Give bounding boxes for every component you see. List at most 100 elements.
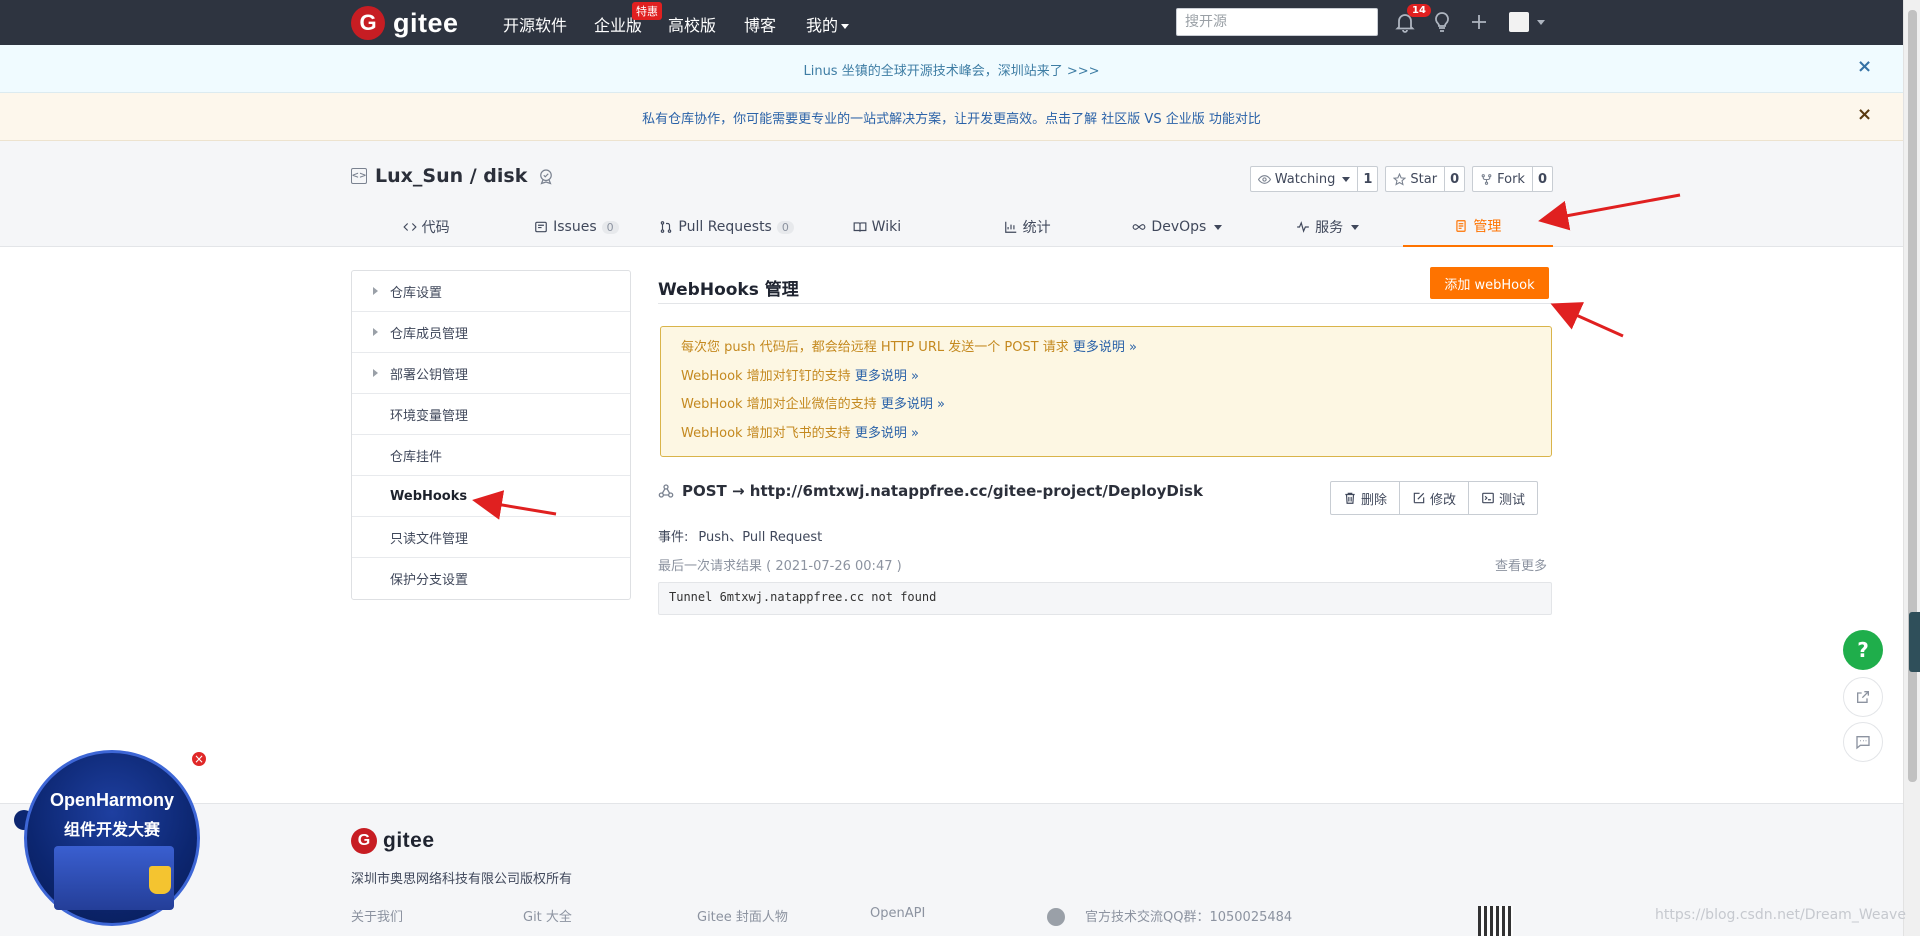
project-name-link[interactable]: Lux_Sun / disk (375, 165, 527, 187)
tab-issues[interactable]: Issues 0 (501, 207, 651, 247)
close-icon[interactable]: × (190, 750, 208, 768)
private-repo-banner-link[interactable]: 私有仓库协作，你可能需要更专业的一站式解决方案，让开发更高效。点击了解 社区版 … (0, 108, 1903, 127)
webhook-actions: 删除 修改 测试 (1330, 481, 1539, 515)
info-line: WebHook 增加对企业微信的支持 更多说明 » (681, 395, 1531, 424)
pull-request-icon (661, 221, 672, 233)
tab-pull-requests[interactable]: Pull Requests 0 (652, 207, 802, 247)
conference-banner-link[interactable]: Linus 坐镇的全球开源技术峰会，深圳站来了 >>> (0, 60, 1903, 79)
openharmony-promo[interactable]: OpenHarmony 组件开发大赛 × (14, 750, 208, 926)
issues-icon (535, 221, 547, 233)
avatar-chevron-down-icon[interactable] (1537, 20, 1545, 25)
chat-icon (1856, 736, 1870, 750)
footer-logo-text: gitee (383, 829, 435, 852)
tab-code[interactable]: 代码 (351, 207, 501, 247)
events-value: Push、Pull Request (698, 530, 823, 545)
edit-icon (1413, 492, 1425, 504)
chevron-down-icon (1351, 224, 1360, 230)
last-request-result: 最后一次请求结果 ( 2021-07-26 00:47 ) (658, 559, 902, 574)
share-button[interactable] (1843, 677, 1883, 717)
page-scrollbar[interactable] (1903, 0, 1920, 936)
star-count[interactable]: 0 (1445, 167, 1464, 191)
info-text: WebHook 增加对企业微信的支持 (681, 397, 881, 412)
sidebar-item-label: 只读文件管理 (390, 531, 469, 547)
webhook-item-header: POST → http://6mtxwj.natappfree.cc/gitee… (658, 482, 1203, 500)
sidebar-item-label: 仓库成员管理 (390, 326, 469, 342)
plus-icon[interactable] (1467, 10, 1491, 34)
tab-manage[interactable]: 管理 (1402, 207, 1553, 247)
request-result-output: Tunnel 6mtxwj.natappfree.cc not found (658, 582, 1552, 615)
sidebar-item-deploy-keys[interactable]: 部署公钥管理 (352, 353, 630, 394)
gitee-logo-mark: G (351, 6, 385, 40)
close-icon[interactable]: × (1857, 106, 1872, 124)
nav-open-source[interactable]: 开源软件 (503, 12, 567, 36)
avatar[interactable] (1509, 12, 1529, 32)
sidebar-item-protected-branches[interactable]: 保护分支设置 (352, 558, 630, 599)
sidebar-item-readonly-files[interactable]: 只读文件管理 (352, 517, 630, 558)
sidebar-item-widgets[interactable]: 仓库挂件 (352, 435, 630, 476)
code-icon (402, 223, 417, 231)
footer-link-cover[interactable]: Gitee 封面人物 (697, 906, 788, 925)
sidebar-item-repo-settings[interactable]: 仓库设置 (352, 271, 630, 312)
sidebar-item-webhooks[interactable]: WebHooks (352, 476, 630, 517)
gitee-logo[interactable]: G gitee (351, 6, 459, 40)
tab-devops[interactable]: DevOps (1102, 207, 1252, 247)
tab-label: 代码 (421, 220, 450, 236)
sidebar-item-env-vars[interactable]: 环境变量管理 (352, 394, 630, 435)
info-text: WebHook 增加对飞书的支持 (681, 425, 855, 441)
watch-count[interactable]: 1 (1358, 167, 1377, 191)
terminal-icon (1482, 492, 1494, 504)
fork-button[interactable]: Fork 0 (1472, 166, 1553, 192)
star-label: Star (1410, 171, 1438, 187)
nav-blog[interactable]: 博客 (744, 12, 776, 36)
tab-stats[interactable]: 统计 (952, 207, 1102, 247)
tab-label: 统计 (1022, 220, 1051, 236)
info-text: 每次您 push 代码后，都会给远程 HTTP URL 发送一个 POST 请求 (681, 340, 1073, 355)
fork-label: Fork (1497, 171, 1525, 187)
settings-doc-icon (1456, 220, 1467, 232)
test-label: 测试 (1499, 492, 1526, 508)
feedback-button[interactable] (1843, 722, 1883, 762)
add-webhook-button[interactable]: 添加 webHook (1430, 267, 1549, 299)
footer-link-git[interactable]: Git 大全 (523, 906, 572, 925)
tab-label: Pull Requests (678, 219, 772, 235)
more-info-link[interactable]: 更多说明 » (855, 426, 919, 441)
more-info-link[interactable]: 更多说明 » (881, 397, 945, 412)
trash-icon (1345, 492, 1355, 504)
edit-webhook-button[interactable]: 修改 (1400, 482, 1470, 514)
nav-mine-label: 我的 (806, 16, 839, 35)
footer-link-about[interactable]: 关于我们 (351, 906, 403, 925)
webhook-events: 事件: Push、Pull Request (658, 526, 822, 545)
webhook-info-box: 每次您 push 代码后，都会给远程 HTTP URL 发送一个 POST 请求… (660, 326, 1552, 457)
footer-logo[interactable]: G gitee (351, 828, 435, 854)
footer-link-openapi[interactable]: OpenAPI (870, 906, 925, 921)
more-info-link[interactable]: 更多说明 » (855, 369, 919, 384)
tab-label: Wiki (871, 219, 902, 235)
copyright-text: 深圳市奥思网络科技有限公司版权所有 (351, 872, 573, 887)
search-input[interactable] (1176, 8, 1378, 36)
view-more-link[interactable]: 查看更多 (1495, 555, 1547, 574)
info-line: 每次您 push 代码后，都会给远程 HTTP URL 发送一个 POST 请求… (681, 338, 1531, 367)
edit-label: 修改 (1430, 492, 1457, 508)
fork-count[interactable]: 0 (1533, 167, 1552, 191)
sidebar-item-members[interactable]: 仓库成员管理 (352, 312, 630, 353)
tab-label: DevOps (1151, 219, 1207, 235)
info-text: WebHook 增加对钉钉的支持 (681, 368, 855, 384)
trophy-icon (149, 866, 171, 894)
gitee-logo-mark: G (351, 828, 377, 854)
nav-mine[interactable]: 我的 (806, 12, 850, 36)
help-button[interactable]: ? (1843, 630, 1883, 670)
tab-label: Issues (553, 219, 597, 235)
star-button[interactable]: Star 0 (1385, 166, 1466, 192)
lightbulb-icon[interactable] (1430, 10, 1454, 34)
side-dock-tab[interactable] (1909, 612, 1920, 672)
tab-wiki[interactable]: Wiki (802, 207, 952, 247)
more-info-link[interactable]: 更多说明 » (1073, 340, 1137, 355)
tab-services[interactable]: 服务 (1253, 207, 1403, 247)
chart-icon (1004, 221, 1016, 233)
test-webhook-button[interactable]: 测试 (1469, 482, 1537, 514)
close-icon[interactable]: × (1857, 58, 1872, 76)
nav-university[interactable]: 高校版 (668, 12, 716, 36)
watch-button[interactable]: Watching 1 (1249, 166, 1379, 192)
top-navbar: G gitee 开源软件 企业版 特惠 高校版 博客 我的 14 (0, 0, 1903, 45)
delete-webhook-button[interactable]: 删除 (1331, 482, 1401, 514)
